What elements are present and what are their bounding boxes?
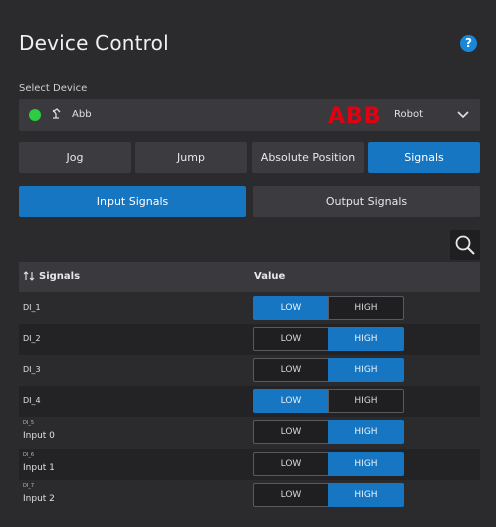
table-row: DI_6 Input 1 LOW HIGH	[19, 449, 480, 480]
status-indicator	[29, 109, 41, 121]
signal-name: DI_1	[23, 303, 41, 312]
signal-toggle[interactable]: LOW HIGH	[253, 452, 404, 476]
signal-toggle[interactable]: LOW HIGH	[253, 483, 404, 507]
column-signals[interactable]: Signals	[39, 271, 80, 282]
table-row: DI_5 Input 0 LOW HIGH	[19, 417, 480, 448]
signal-name: DI_2	[23, 334, 41, 343]
table-row: DI_2 LOW HIGH	[19, 324, 480, 355]
signal-id: DI_5	[23, 420, 35, 426]
signal-name: Input 1	[23, 463, 55, 473]
svg-text:ABB: ABB	[328, 104, 382, 126]
tab-absolute-position[interactable]: Absolute Position	[252, 142, 364, 173]
signal-toggle[interactable]: LOW HIGH	[253, 389, 404, 413]
toggle-low-button[interactable]: LOW	[253, 420, 329, 444]
signal-id: DI_6	[23, 452, 35, 458]
toggle-low-button[interactable]: LOW	[253, 483, 329, 507]
tab-jump[interactable]: Jump	[135, 142, 247, 173]
toggle-low-button[interactable]: LOW	[253, 389, 329, 413]
tab-jog[interactable]: Jog	[19, 142, 131, 173]
signal-name: DI_3	[23, 365, 41, 374]
signal-name: Input 0	[23, 431, 55, 441]
table-row: DI_4 LOW HIGH	[19, 386, 480, 417]
sort-icon[interactable]	[23, 271, 35, 284]
toggle-low-button[interactable]: LOW	[253, 358, 329, 382]
toggle-high-button[interactable]: HIGH	[328, 420, 404, 444]
search-icon	[455, 235, 475, 255]
help-icon[interactable]: ?	[460, 35, 477, 52]
toggle-high-button[interactable]: HIGH	[328, 327, 404, 351]
table-header: Signals Value	[19, 262, 480, 292]
toggle-high-button[interactable]: HIGH	[328, 296, 404, 320]
signal-id: DI_7	[23, 483, 35, 489]
device-type: Robot	[394, 109, 424, 120]
search-button[interactable]	[450, 230, 480, 260]
tab-input-signals[interactable]: Input Signals	[19, 186, 246, 217]
signal-name: DI_4	[23, 396, 41, 405]
tab-signals[interactable]: Signals	[368, 142, 480, 173]
device-select[interactable]: Abb ABB Robot	[19, 99, 480, 131]
table-row: DI_7 Input 2 LOW HIGH	[19, 480, 480, 511]
page-title: Device Control	[19, 31, 169, 55]
toggle-low-button[interactable]: LOW	[253, 452, 329, 476]
table-row: DI_1 LOW HIGH	[19, 293, 480, 324]
signal-toggle[interactable]: LOW HIGH	[253, 420, 404, 444]
chevron-down-icon[interactable]	[456, 107, 470, 121]
signal-name: Input 2	[23, 494, 55, 504]
toggle-high-button[interactable]: HIGH	[328, 389, 404, 413]
robot-arm-icon	[51, 107, 63, 122]
abb-logo: ABB	[328, 104, 384, 131]
column-value: Value	[254, 271, 286, 282]
tab-output-signals[interactable]: Output Signals	[253, 186, 480, 217]
toggle-low-button[interactable]: LOW	[253, 327, 329, 351]
signal-toggle[interactable]: LOW HIGH	[253, 296, 404, 320]
signal-toggle[interactable]: LOW HIGH	[253, 358, 404, 382]
toggle-high-button[interactable]: HIGH	[328, 358, 404, 382]
select-device-label: Select Device	[19, 83, 88, 94]
toggle-high-button[interactable]: HIGH	[328, 483, 404, 507]
table-row: DI_3 LOW HIGH	[19, 355, 480, 386]
device-name: Abb	[72, 109, 92, 120]
toggle-low-button[interactable]: LOW	[253, 296, 329, 320]
toggle-high-button[interactable]: HIGH	[328, 452, 404, 476]
signal-toggle[interactable]: LOW HIGH	[253, 327, 404, 351]
